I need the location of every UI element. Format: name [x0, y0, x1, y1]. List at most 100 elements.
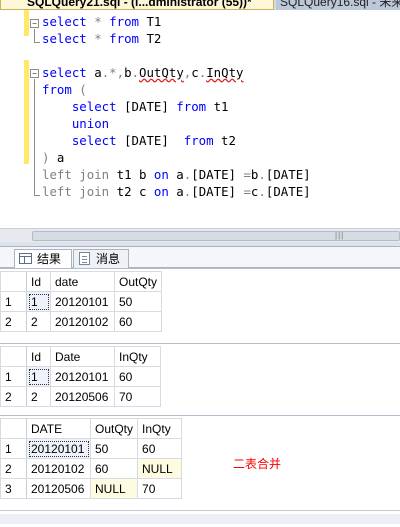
code-line[interactable]: select a.*,b.OutQty,c.InQty	[42, 64, 244, 81]
table-row[interactable]: 1 1 20120101 50	[0, 291, 163, 312]
code-token: select	[42, 14, 87, 29]
document-tab-strip: SQLQuery21.sql - (l...dministrator (55))…	[0, 0, 400, 10]
grid-cell[interactable]: 70	[137, 478, 183, 499]
grid-cell[interactable]: 20120101	[50, 291, 115, 312]
code-line[interactable]: left join t1 b on a.[DATE] =b.[DATE]	[42, 166, 311, 183]
tab-sqlquery21[interactable]: SQLQuery21.sql - (l...dministrator (55))…	[0, 0, 274, 10]
code-token: OutQty	[139, 65, 184, 80]
code-token: [DATE]	[265, 167, 311, 182]
grid-cell[interactable]: 20120506	[26, 478, 91, 499]
grid-cell[interactable]: 20120101	[50, 366, 115, 387]
code-token: t2	[213, 133, 236, 148]
code-token: a	[56, 150, 65, 165]
grid-cell[interactable]: 20120506	[50, 386, 115, 407]
table-row[interactable]: 2 2 20120102 60	[0, 311, 163, 332]
code-token: =	[243, 184, 251, 199]
grid-cell[interactable]: NULL	[89, 478, 139, 499]
scrollbar-thumb[interactable]	[32, 231, 400, 241]
editor-gutter	[0, 10, 24, 228]
outline-line	[34, 42, 40, 43]
code-token: T2	[139, 31, 162, 46]
code-token: a	[86, 65, 102, 80]
code-token: select	[71, 99, 117, 114]
code-token: *	[86, 31, 110, 46]
table-row[interactable]: 1 1 20120101 60	[0, 366, 161, 387]
column-header[interactable]: InQty	[114, 346, 161, 367]
result-grid[interactable]: Id date OutQty 1 1 20120101 50 2 2 20120…	[0, 271, 163, 332]
result-grid[interactable]: DATE OutQty InQty 1 20120101 50 60 2 201…	[0, 418, 183, 499]
result-grid-pane-2[interactable]: Id Date InQty 1 1 20120101 60 2 2 201205…	[0, 343, 400, 415]
grid-cell[interactable]: 2	[26, 386, 51, 407]
column-header[interactable]: Date	[50, 346, 115, 367]
row-header[interactable]: 1	[0, 438, 27, 459]
code-token: )	[42, 150, 57, 165]
code-token: t1 b	[116, 167, 154, 182]
grid-cell[interactable]: 50	[113, 291, 163, 312]
column-header[interactable]: DATE	[26, 418, 91, 439]
tab-results[interactable]: 结果	[14, 249, 72, 268]
scrollbar-grip-icon: |||	[335, 231, 345, 240]
row-header[interactable]: 1	[0, 366, 27, 387]
grid-cell[interactable]: 20120102	[50, 311, 115, 332]
column-header[interactable]: Id	[26, 346, 51, 367]
result-tab-strip: 结果 消息	[0, 247, 400, 268]
code-token: [DATE]	[191, 184, 244, 199]
editor-horizontal-scrollbar[interactable]: |||	[0, 228, 400, 242]
code-token: (	[71, 82, 87, 97]
tab-sqlquery16[interactable]: SQLQuery16.sql - 未来	[276, 0, 400, 10]
grid-cell[interactable]: 60	[114, 366, 161, 387]
table-row[interactable]: 2 2 20120506 70	[0, 386, 161, 407]
results-horizontal-scrollbar[interactable]	[0, 510, 400, 527]
grid-cell[interactable]: NULL	[137, 458, 183, 479]
code-line[interactable]: ) a	[42, 149, 64, 166]
column-header[interactable]: OutQty	[113, 271, 163, 292]
tab-messages-label: 消息	[96, 252, 121, 266]
grid-cell[interactable]: 70	[114, 386, 161, 407]
collapse-icon[interactable]: −	[30, 69, 39, 78]
code-line[interactable]: left join t2 c on a.[DATE] =c.[DATE]	[42, 183, 311, 200]
column-header[interactable]: OutQty	[89, 418, 139, 439]
row-header[interactable]: 3	[0, 478, 27, 499]
row-header[interactable]: 1	[0, 291, 27, 312]
column-header[interactable]: date	[50, 271, 115, 292]
table-row[interactable]: 2 20120102 60 NULL	[0, 458, 183, 479]
grid-cell[interactable]: 60	[137, 438, 183, 459]
change-marker	[24, 10, 29, 36]
code-line[interactable]: select * from T1	[42, 13, 161, 30]
result-grid[interactable]: Id Date InQty 1 1 20120101 60 2 2 201205…	[0, 346, 161, 407]
grid-cell[interactable]: 2	[26, 311, 51, 332]
code-token: on	[153, 167, 169, 182]
collapse-icon[interactable]: −	[30, 19, 39, 28]
code-token: a	[168, 167, 184, 182]
table-row[interactable]: 3 20120506 NULL 70	[0, 478, 183, 499]
code-line[interactable]: from (	[42, 81, 87, 98]
table-row[interactable]: 1 20120101 50 60	[0, 438, 183, 459]
grid-cell[interactable]: 20120102	[26, 458, 91, 479]
query-editor[interactable]: − − select * from T1 select * from T2 sele…	[0, 10, 400, 229]
code-line[interactable]: select [DATE] from t2	[42, 132, 236, 149]
result-grid-pane-3[interactable]: DATE OutQty InQty 1 20120101 50 60 2 201…	[0, 415, 400, 510]
column-header[interactable]: Id	[26, 271, 51, 292]
grid-cell[interactable]: 50	[89, 438, 139, 459]
grid-cell[interactable]: 60	[89, 458, 139, 479]
code-token: .	[258, 184, 266, 199]
grid-cell[interactable]: 1	[26, 366, 51, 387]
grid-cell[interactable]: 60	[113, 311, 163, 332]
code-token: from	[176, 99, 207, 114]
row-header[interactable]: 2	[0, 458, 27, 479]
grid-cell[interactable]: 1	[26, 291, 51, 312]
tab-messages[interactable]: 消息	[73, 249, 129, 268]
code-line[interactable]: select [DATE] from t1	[42, 98, 229, 115]
row-header[interactable]: 2	[0, 311, 27, 332]
scrollbar-track[interactable]	[0, 514, 400, 524]
result-grid-pane-1[interactable]: Id date OutQty 1 1 20120101 50 2 2 20120…	[0, 268, 400, 343]
grid-corner	[0, 346, 27, 367]
row-header[interactable]: 2	[0, 386, 27, 407]
grid-cell[interactable]: 20120101	[26, 438, 91, 459]
column-header[interactable]: InQty	[137, 418, 183, 439]
code-token: on	[153, 184, 169, 199]
code-line[interactable]: union	[42, 115, 109, 132]
code-line[interactable]: select * from T2	[42, 30, 161, 47]
